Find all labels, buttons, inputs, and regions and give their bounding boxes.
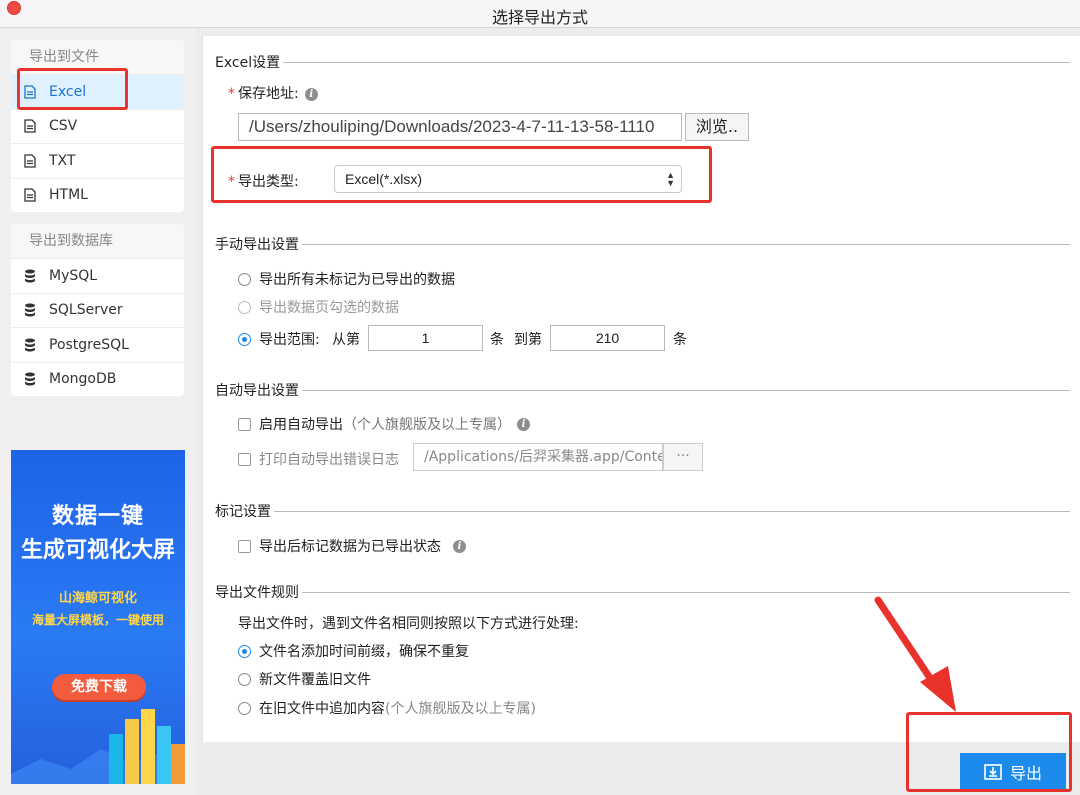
radio-button[interactable] bbox=[238, 272, 251, 286]
info-icon[interactable]: i bbox=[304, 87, 318, 101]
auto-export-section: 自动导出设置 bbox=[215, 380, 1070, 400]
promo-tagline: 海量大屏模板，一键使用 bbox=[31, 613, 164, 627]
divider bbox=[274, 510, 1070, 512]
sidebar-item-csv[interactable]: CSV bbox=[11, 108, 184, 143]
radio-button[interactable] bbox=[238, 300, 251, 314]
database-icon bbox=[23, 302, 37, 318]
radio-label: 导出所有未标记为已导出的数据 bbox=[259, 272, 455, 288]
divider bbox=[302, 243, 1070, 245]
range-from-input[interactable]: 1 bbox=[368, 325, 483, 351]
radio-overwrite-file[interactable]: 新文件覆盖旧文件 bbox=[238, 669, 371, 689]
radio-label: 在旧文件中追加内容 bbox=[259, 701, 385, 717]
browse-button[interactable]: 浏览.. bbox=[685, 113, 749, 141]
error-log-path-input[interactable]: /Applications/后羿采集器.app/Conte bbox=[413, 443, 663, 471]
promo-banner[interactable]: 数据一键 生成可视化大屏 山海鲸可视化 海量大屏模板，一键使用 免费下载 bbox=[11, 450, 185, 784]
range-to-input[interactable]: 210 bbox=[550, 325, 665, 351]
export-to-database-group: 导出到数据库 MySQL SQLServer PostgreSQL MongoD… bbox=[11, 224, 184, 396]
checkbox[interactable] bbox=[238, 539, 251, 553]
info-icon[interactable]: i bbox=[453, 539, 466, 553]
sidebar-item-html[interactable]: HTML bbox=[11, 177, 184, 212]
range-to-label: 到第 bbox=[514, 332, 542, 348]
sidebar-item-label: MongoDB bbox=[49, 371, 117, 388]
checkbox-label: 导出后标记数据为已导出状态 bbox=[259, 539, 441, 555]
sidebar-item-sqlserver[interactable]: SQLServer bbox=[11, 292, 184, 327]
manual-export-section: 手动导出设置 bbox=[215, 234, 1070, 254]
section-title: Excel设置 bbox=[215, 55, 281, 71]
section-title: 导出文件规则 bbox=[215, 585, 299, 601]
radio-prefix-timestamp[interactable]: 文件名添加时间前缀，确保不重复 bbox=[238, 641, 469, 661]
file-icon bbox=[23, 153, 37, 169]
radio-button[interactable] bbox=[238, 701, 251, 715]
mark-settings-section: 标记设置 bbox=[215, 501, 1070, 521]
label-text: 保存地址: bbox=[238, 86, 299, 102]
sidebar-item-mongodb[interactable]: MongoDB bbox=[11, 361, 184, 396]
sidebar-item-mysql[interactable]: MySQL bbox=[11, 258, 184, 293]
database-icon bbox=[23, 371, 37, 387]
checkbox-mark-exported[interactable]: 导出后标记数据为已导出状态 i bbox=[238, 536, 466, 556]
required-marker: * bbox=[228, 86, 235, 102]
sidebar-item-label: SQLServer bbox=[49, 302, 123, 319]
sidebar-item-label: CSV bbox=[49, 118, 78, 135]
edition-note: (个人旗舰版及以上专属) bbox=[385, 701, 536, 717]
save-path-label: * 保存地址: i bbox=[228, 83, 318, 103]
error-log-browse-button[interactable]: ··· bbox=[663, 443, 703, 471]
annotation-arrow-icon bbox=[874, 596, 956, 712]
sidebar-item-label: TXT bbox=[49, 152, 76, 169]
file-icon bbox=[23, 187, 37, 203]
section-title: 手动导出设置 bbox=[215, 237, 299, 253]
radio-label: 文件名添加时间前缀，确保不重复 bbox=[259, 644, 469, 660]
range-from-label: 从第 bbox=[332, 332, 360, 348]
sidebar-item-label: HTML bbox=[49, 187, 88, 204]
radio-export-unexported[interactable]: 导出所有未标记为已导出的数据 bbox=[238, 269, 455, 289]
save-path-input[interactable]: /Users/zhouliping/Downloads/2023-4-7-11-… bbox=[238, 113, 682, 141]
sidebar-item-postgresql[interactable]: PostgreSQL bbox=[11, 327, 184, 362]
sidebar-item-txt[interactable]: TXT bbox=[11, 143, 184, 178]
divider bbox=[283, 61, 1070, 63]
database-icon bbox=[23, 268, 37, 284]
title-bar: 选择导出方式 bbox=[0, 0, 1080, 28]
section-title: 自动导出设置 bbox=[215, 383, 299, 399]
checkbox[interactable] bbox=[238, 452, 251, 466]
edition-note: （个人旗舰版及以上专属） bbox=[343, 417, 511, 433]
excel-settings-section: Excel设置 bbox=[215, 52, 1070, 72]
radio-export-range[interactable]: 导出范围: bbox=[238, 329, 320, 349]
checkbox-print-error-log[interactable]: 打印自动导出错误日志 bbox=[238, 449, 399, 469]
database-icon bbox=[23, 337, 37, 353]
checkbox-label: 启用自动导出 bbox=[259, 417, 343, 433]
annotation-box-excel bbox=[17, 68, 128, 110]
radio-button[interactable] bbox=[238, 332, 251, 346]
checkbox-label: 打印自动导出错误日志 bbox=[259, 452, 399, 468]
range-unit-label-2: 条 bbox=[673, 332, 687, 348]
promo-brand: 山海鲸可视化 bbox=[58, 591, 137, 606]
radio-button[interactable] bbox=[238, 672, 251, 686]
promo-download-button[interactable]: 免费下载 bbox=[52, 674, 146, 700]
promo-headline-2: 生成可视化大屏 bbox=[20, 538, 175, 563]
range-unit-label: 条 bbox=[490, 332, 504, 348]
sidebar-item-label: MySQL bbox=[49, 267, 98, 284]
export-to-file-group: 导出到文件 Excel CSV TXT HTML bbox=[11, 40, 184, 212]
radio-export-page-selected[interactable]: 导出数据页勾选的数据 bbox=[238, 297, 399, 317]
file-icon bbox=[23, 118, 37, 134]
divider bbox=[302, 389, 1070, 391]
annotation-box-export-button bbox=[906, 712, 1072, 792]
promo-chart-illustration bbox=[11, 709, 185, 784]
annotation-box-export-type bbox=[211, 146, 712, 203]
checkbox-enable-auto-export[interactable]: 启用自动导出 （个人旗舰版及以上专属） i bbox=[238, 414, 530, 434]
promo-headline: 数据一键 bbox=[51, 504, 144, 529]
group-header: 导出到数据库 bbox=[11, 224, 184, 258]
window-title: 选择导出方式 bbox=[491, 8, 588, 27]
radio-append-content[interactable]: 在旧文件中追加内容 (个人旗舰版及以上专属) bbox=[238, 698, 536, 718]
radio-label: 新文件覆盖旧文件 bbox=[259, 672, 371, 688]
checkbox[interactable] bbox=[238, 417, 251, 431]
radio-label: 导出范围: bbox=[259, 332, 320, 348]
file-rules-description: 导出文件时，遇到文件名相同则按照以下方式进行处理: bbox=[238, 616, 579, 632]
info-icon[interactable]: i bbox=[517, 417, 530, 431]
radio-button[interactable] bbox=[238, 644, 251, 658]
radio-label: 导出数据页勾选的数据 bbox=[259, 300, 399, 316]
sidebar-item-label: PostgreSQL bbox=[49, 336, 129, 353]
section-title: 标记设置 bbox=[215, 504, 271, 520]
